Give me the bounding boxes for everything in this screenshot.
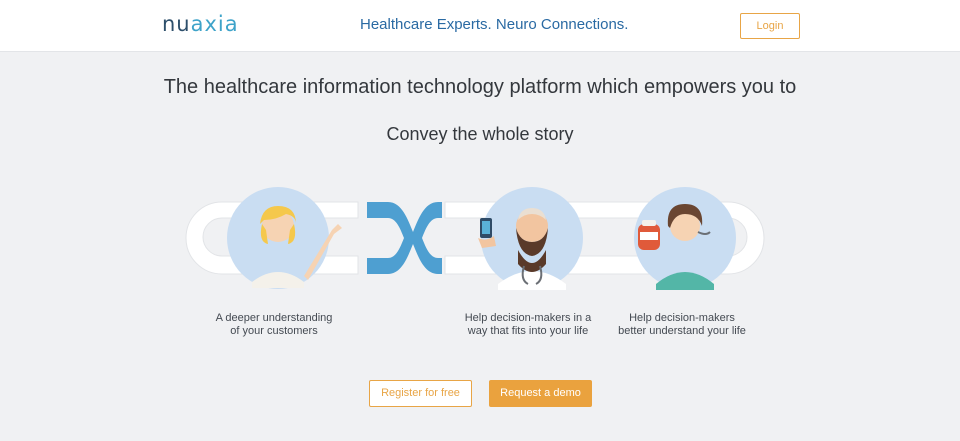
feature-illustration: [185, 187, 765, 290]
caption-line: way that fits into your life: [467, 325, 589, 337]
caption-line: Help decision-makers in a: [464, 312, 592, 324]
nurse-illustration: [634, 187, 736, 290]
caption-line: Help decision-makers: [629, 312, 735, 324]
register-button[interactable]: Register for free: [369, 380, 472, 407]
top-header: nuaxia Healthcare Experts. Neuro Connect…: [0, 0, 960, 52]
caption-line: of your customers: [230, 325, 318, 337]
feature-caption-decision-makers: Help decision-makers in a way that fits …: [438, 312, 618, 338]
caption-line: A deeper understanding: [215, 312, 333, 324]
caption-line: better understand your life: [618, 325, 746, 337]
page-subheadline: Convey the whole story: [386, 124, 574, 144]
logo-text-b: axia: [190, 12, 239, 36]
feature-caption-customers: A deeper understanding of your customers: [184, 312, 364, 338]
request-demo-button[interactable]: Request a demo: [489, 380, 592, 407]
feature-caption-understand: Help decision-makers better understand y…: [592, 312, 772, 338]
login-button[interactable]: Login: [740, 13, 800, 39]
header-tagline: Healthcare Experts. Neuro Connections.: [360, 16, 629, 33]
nuaxia-logo[interactable]: nuaxia: [162, 12, 239, 36]
connector-logo-mark: [367, 202, 442, 274]
logo-text-a: nu: [162, 12, 191, 36]
page-headline: The healthcare information technology pl…: [163, 76, 797, 98]
